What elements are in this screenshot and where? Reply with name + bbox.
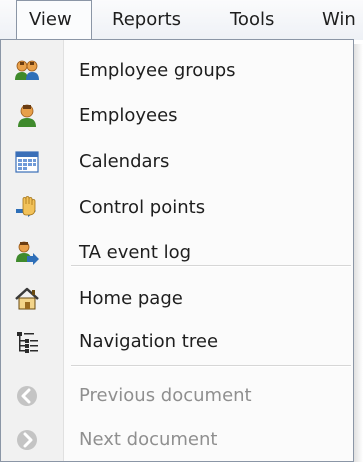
navigation-tree-icon [14,329,40,355]
home-icon [14,286,40,312]
menu-item-label: TA event log [79,242,192,263]
menu-separator [71,265,351,267]
back-arrow-icon [14,383,40,409]
menu-tools-label: Tools [230,9,275,30]
menu-item-navigation-tree[interactable]: Navigation tree [1,319,353,365]
menu-item-label: Employee groups [79,60,236,81]
menu-item-calendars[interactable]: Calendars [1,139,353,185]
employee-icon [14,103,40,129]
menu-item-employees[interactable]: Employees [1,93,353,139]
menu-bar: View Reports Tools Win [0,0,363,40]
menu-item-control-points[interactable]: Control points [1,185,353,231]
menu-view-label: View [29,9,72,30]
menu-item-ta-event-log[interactable]: TA event log [1,230,353,276]
forward-arrow-icon [14,427,40,453]
dropdown-shadow [354,44,363,462]
menu-window-label: Win [322,9,356,30]
menu-reports[interactable]: Reports [112,0,181,40]
menu-item-label: Calendars [79,151,170,172]
menu-view[interactable]: View [16,0,92,40]
employee-groups-icon [14,58,40,84]
menu-item-label: Previous document [79,385,252,406]
menu-reports-label: Reports [112,9,182,30]
menu-tools[interactable]: Tools [230,0,274,40]
menu-item-home-page[interactable]: Home page [1,276,353,322]
menu-item-label: Next document [79,429,218,450]
calendar-icon [14,149,40,175]
view-menu-dropdown: Employee groups Employees Calendars Cont… [0,39,354,462]
menu-item-next-document[interactable]: Next document [1,417,353,463]
menu-item-label: Home page [79,288,183,309]
menu-item-employee-groups[interactable]: Employee groups [1,48,353,94]
menu-item-label: Navigation tree [79,331,219,352]
menu-item-previous-document[interactable]: Previous document [1,373,353,419]
menu-window[interactable]: Win [322,0,356,40]
menu-separator [71,365,351,367]
control-point-hand-icon [14,195,40,221]
menu-item-label: Control points [79,197,206,218]
menu-item-label: Employees [79,105,178,126]
event-log-icon [14,240,40,266]
